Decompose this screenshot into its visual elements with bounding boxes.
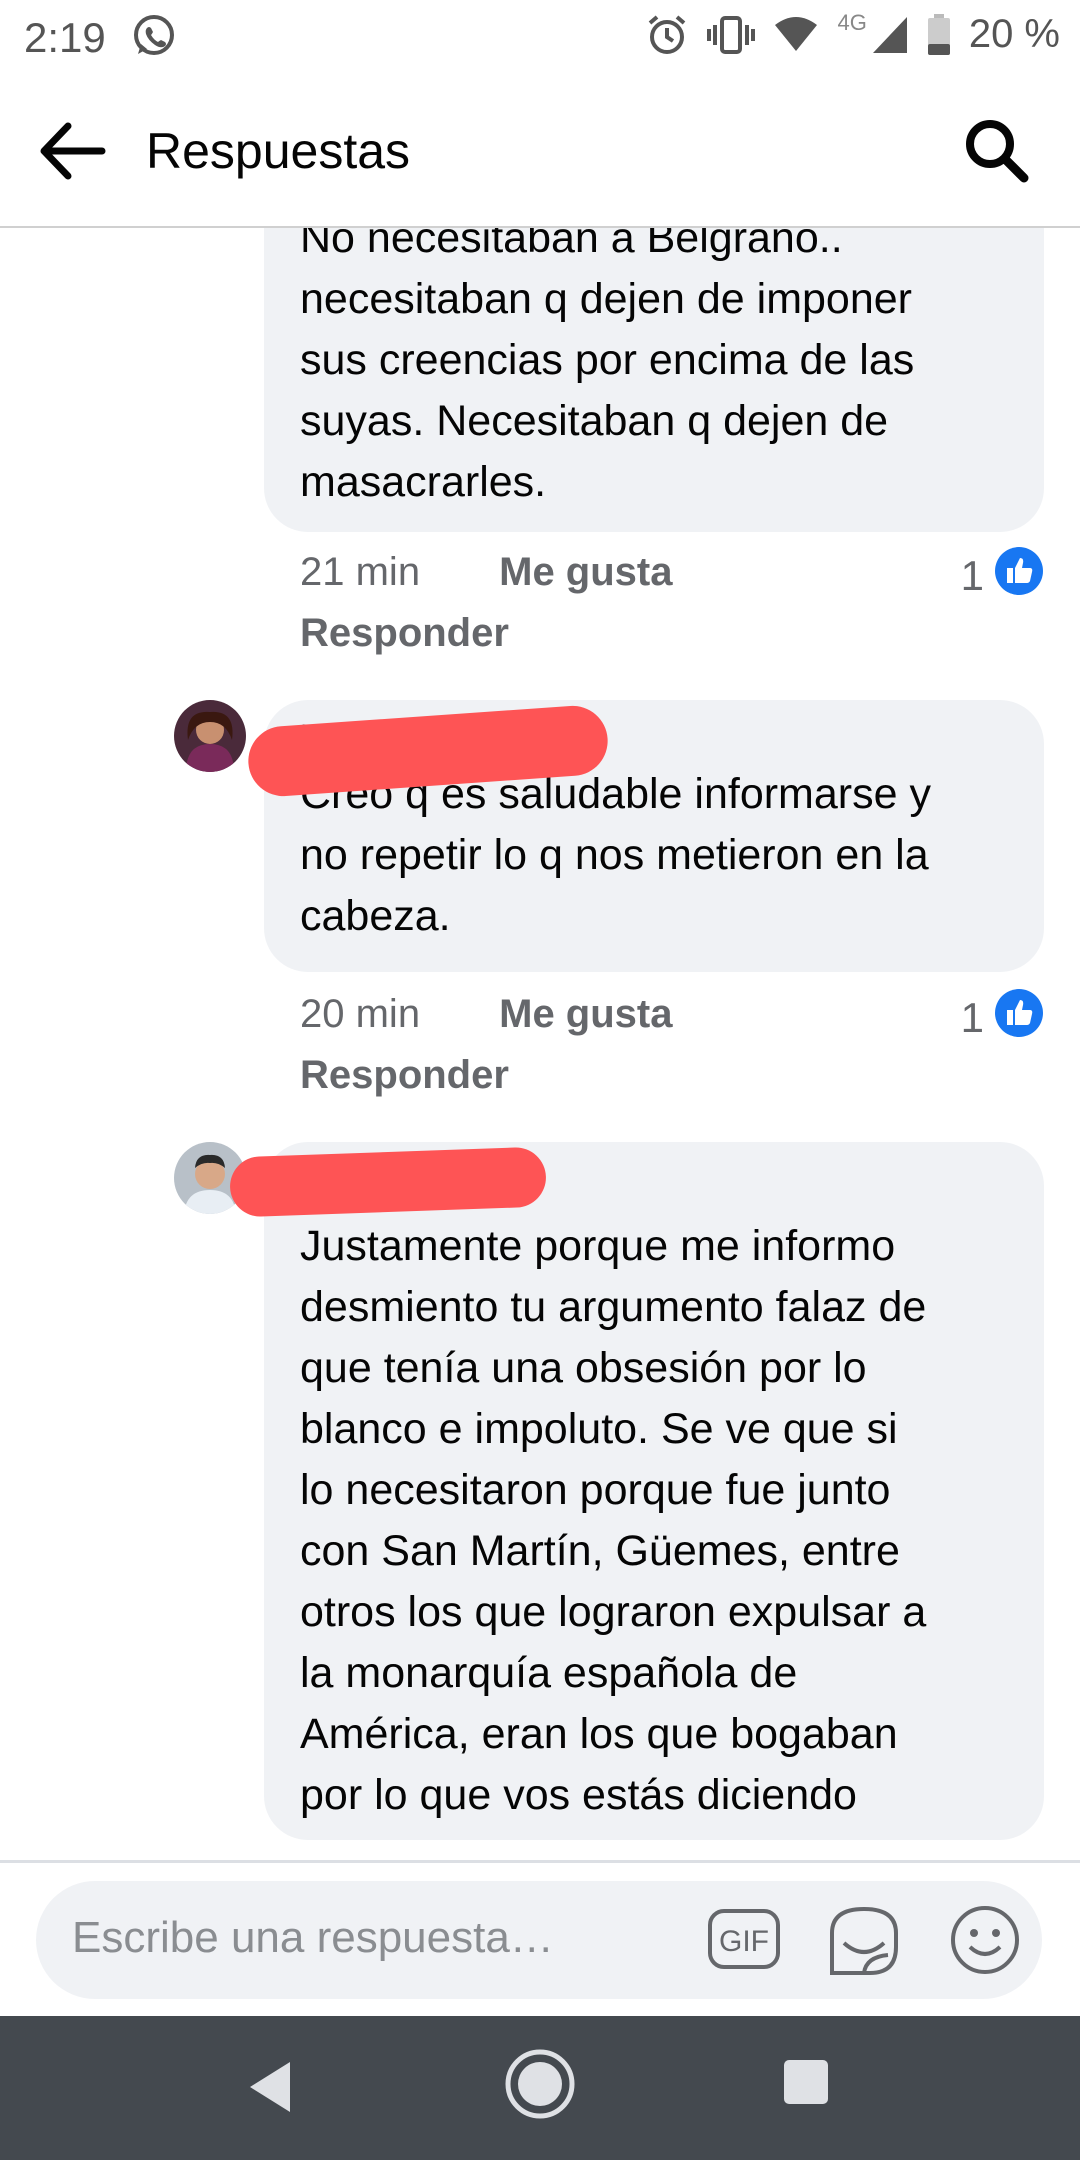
battery-icon xyxy=(927,13,951,56)
alarm-icon xyxy=(645,13,689,57)
emoji-icon[interactable] xyxy=(948,1903,1022,1982)
nav-back-icon[interactable] xyxy=(240,2052,300,2127)
reply-input[interactable]: Escribe una respuesta… GIF xyxy=(36,1881,1042,1999)
reaction-number: 1 xyxy=(960,994,984,1041)
comment-text: Justamente porque me informo desmiento t… xyxy=(300,1222,927,1819)
status-bar: 2:19 4G 20 % xyxy=(0,0,1080,76)
system-nav-bar xyxy=(0,2016,1080,2160)
reply-placeholder: Escribe una respuesta… xyxy=(72,1913,554,1962)
like-button[interactable]: Me gusta xyxy=(499,992,672,1036)
comment-meta: 20 min Me gusta xyxy=(300,992,672,1037)
network-type: 4G xyxy=(837,9,867,35)
comment-text: Creo q es saludable informarse y no repe… xyxy=(300,770,931,940)
signal-icon xyxy=(871,15,909,55)
reaction-number: 1 xyxy=(960,552,984,599)
sticker-icon[interactable] xyxy=(826,1903,902,1984)
redaction-mark xyxy=(229,1146,547,1218)
comment-text: No necesitaban a Belgrano.. necesitaban … xyxy=(300,228,915,506)
reaction-count[interactable]: 1 xyxy=(961,546,1044,606)
search-icon[interactable] xyxy=(960,114,1032,186)
app-header: Respuestas xyxy=(0,76,1080,228)
like-reaction-icon xyxy=(994,546,1044,606)
comment-bubble: Justamente porque me informo desmiento t… xyxy=(264,1142,1044,1840)
like-reaction-icon xyxy=(994,988,1044,1048)
reply-button[interactable]: Responder xyxy=(300,1053,509,1098)
comment-time: 20 min xyxy=(300,992,421,1036)
whatsapp-icon xyxy=(130,12,178,65)
gif-icon[interactable]: GIF xyxy=(706,1903,782,1980)
nav-recents-icon[interactable] xyxy=(780,2056,832,2113)
reaction-count[interactable]: 1 xyxy=(961,988,1044,1048)
like-button[interactable]: Me gusta xyxy=(499,550,672,594)
gif-label: GIF xyxy=(719,1925,769,1958)
comment-time: 21 min xyxy=(300,550,421,594)
avatar[interactable] xyxy=(174,700,246,772)
nav-home-icon[interactable] xyxy=(502,2046,578,2127)
status-icons: 4G 20 % xyxy=(645,9,1060,57)
back-arrow-icon[interactable] xyxy=(38,118,108,184)
comment-bubble: No necesitaban a Belgrano.. necesitaban … xyxy=(264,228,1044,532)
page-title: Respuestas xyxy=(146,123,411,179)
status-time: 2:19 xyxy=(24,14,106,61)
comments-thread: No necesitaban a Belgrano.. necesitaban … xyxy=(0,228,1080,1860)
comment-meta: 21 min Me gusta xyxy=(300,550,672,595)
wifi-icon xyxy=(773,15,819,55)
reply-composer: Escribe una respuesta… GIF xyxy=(0,1860,1080,2019)
reply-button[interactable]: Responder xyxy=(300,611,509,656)
vibrate-icon xyxy=(707,13,756,57)
battery-level: 20 % xyxy=(968,12,1060,56)
